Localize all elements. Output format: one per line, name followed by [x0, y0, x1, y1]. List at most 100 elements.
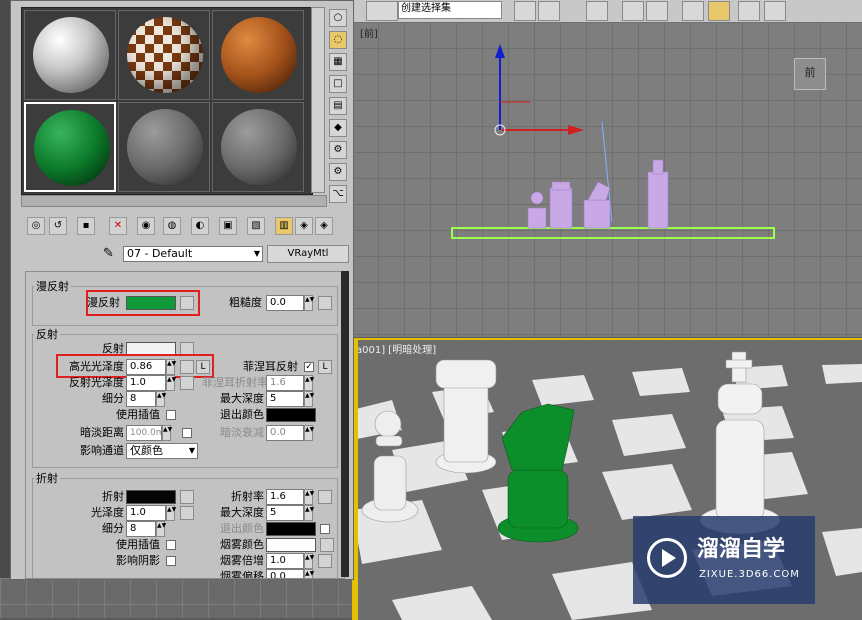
render-frame-icon[interactable] [738, 1, 760, 21]
backlight-icon[interactable]: ◌ [329, 31, 347, 49]
dim-falloff-field[interactable]: 0.0 [266, 425, 304, 441]
layer-icon[interactable] [586, 1, 608, 21]
sample-slot-3[interactable] [212, 10, 304, 100]
sample-sphere [33, 17, 109, 93]
make-preview-icon[interactable]: ◆ [329, 119, 347, 137]
ior-map-button[interactable] [318, 490, 332, 504]
show-end-result-icon[interactable]: ▥ [275, 217, 293, 235]
side-toolbar: ○ ◌ ▦ □ ▤ ◆ ⚙ ⚙ ⌥ [329, 7, 351, 207]
fog-color-swatch[interactable] [266, 538, 316, 552]
material-type-button[interactable]: VRayMtl [267, 245, 349, 263]
fog-color-label: 烟雾颜色 [220, 538, 264, 551]
subdivs-field[interactable]: 8 [126, 391, 156, 407]
refr-subdivs-spinner[interactable]: ▲▼ [156, 521, 166, 537]
refr-subdivs-field[interactable]: 8 [126, 521, 156, 537]
dim-falloff-spinner[interactable]: ▲▼ [304, 425, 314, 441]
eyedropper-icon[interactable]: ✎ [103, 246, 114, 261]
refr-max-depth-field[interactable]: 5 [266, 505, 304, 521]
ior-label: 折射率 [231, 490, 264, 503]
grey-sphere [221, 109, 297, 185]
fresnel-ior-spinner[interactable]: ▲▼ [304, 375, 314, 391]
sample-slot-5[interactable] [118, 102, 210, 192]
refl-gloss-map-button[interactable] [180, 376, 194, 390]
params-scrollbar[interactable] [341, 271, 349, 577]
slots-horizontal-scrollbar[interactable] [21, 195, 327, 207]
refr-exit-color-checkbox[interactable] [320, 524, 330, 534]
align-icon[interactable] [538, 1, 560, 21]
refl-gloss-label: 反射光泽度 [69, 376, 124, 389]
refl-gloss-field[interactable]: 1.0 [126, 375, 166, 391]
refr-max-depth-spinner[interactable]: ▲▼ [304, 505, 314, 521]
roughness-map-button[interactable] [318, 296, 332, 310]
exit-color-swatch[interactable] [266, 408, 316, 422]
ior-spinner[interactable]: ▲▼ [304, 489, 314, 505]
roughness-field[interactable]: 0.0 [266, 295, 304, 311]
go-to-parent-icon[interactable]: ◈ [295, 217, 313, 235]
refr-gloss-spinner[interactable]: ▲▼ [166, 505, 176, 521]
max-depth-field[interactable]: 5 [266, 391, 304, 407]
refr-gloss-field[interactable]: 1.0 [126, 505, 166, 521]
fog-bias-spinner[interactable]: ▲▼ [304, 569, 314, 578]
viewport-perspective-left[interactable] [0, 578, 352, 618]
material-id-icon[interactable]: ▣ [219, 217, 237, 235]
copy-material-icon[interactable]: ◉ [137, 217, 155, 235]
fresnel-lock-button[interactable]: L [318, 360, 332, 374]
dim-distance-spinner[interactable]: ▲▼ [162, 425, 172, 441]
fog-mult-spinner[interactable]: ▲▼ [304, 553, 314, 569]
viewport-label[interactable]: a001] [明暗处理] [356, 344, 436, 358]
subdivs-spinner[interactable]: ▲▼ [156, 391, 166, 407]
background-icon[interactable]: ▦ [329, 53, 347, 71]
dim-distance-checkbox[interactable] [182, 428, 192, 438]
material-name-field[interactable]: 07 - Default ▼ [123, 246, 263, 262]
reset-map-icon[interactable]: ✕ [109, 217, 127, 235]
ior-field[interactable]: 1.6 [266, 489, 304, 505]
refl-gloss-spinner[interactable]: ▲▼ [166, 375, 176, 391]
refr-use-interp-label: 使用插值 [116, 538, 160, 551]
make-unique-icon[interactable]: ◍ [163, 217, 181, 235]
select-by-material-icon[interactable]: ⚙ [329, 163, 347, 181]
show-map-icon[interactable]: ▧ [247, 217, 265, 235]
sample-slot-6[interactable] [212, 102, 304, 192]
refract-map-button[interactable] [180, 490, 194, 504]
put-to-library-icon[interactable]: ◐ [191, 217, 209, 235]
assign-material-icon[interactable]: ▪ [77, 217, 95, 235]
refr-use-interp-checkbox[interactable] [166, 540, 176, 550]
fog-mult-field[interactable]: 1.0 [266, 553, 304, 569]
mirror-icon[interactable] [514, 1, 536, 21]
material-editor-icon[interactable] [708, 1, 730, 21]
render-setup-icon[interactable] [682, 1, 704, 21]
sample-type-icon[interactable]: ○ [329, 9, 347, 27]
schematic-icon[interactable] [646, 1, 668, 21]
fog-color-map-button[interactable] [320, 538, 334, 552]
sample-slot-1[interactable] [24, 10, 116, 100]
curve-editor-icon[interactable] [622, 1, 644, 21]
viewport-front[interactable]: [前] 前 [352, 22, 862, 337]
refract-color-swatch[interactable] [126, 490, 176, 504]
sample-slot-4-active[interactable] [24, 102, 116, 192]
abc-icon[interactable] [366, 1, 398, 21]
go-forward-icon[interactable]: ◈ [315, 217, 333, 235]
dim-distance-field[interactable]: 100.0m [126, 425, 165, 441]
refr-exit-color-swatch[interactable] [266, 522, 316, 536]
fog-bias-field[interactable]: 0.0 [266, 569, 304, 578]
fresnel-checkbox[interactable]: ✓ [304, 362, 314, 372]
put-to-scene-icon[interactable]: ↺ [49, 217, 67, 235]
fresnel-ior-field[interactable]: 1.6 [266, 375, 304, 391]
video-color-icon[interactable]: ▤ [329, 97, 347, 115]
affect-channels-dropdown[interactable]: 仅颜色 ▼ [126, 443, 198, 459]
named-selection-dropdown[interactable]: 创建选择集 [398, 1, 502, 19]
get-material-icon[interactable]: ◎ [27, 217, 45, 235]
sample-slot-2[interactable] [118, 10, 210, 100]
max-depth-spinner[interactable]: ▲▼ [304, 391, 314, 407]
options-icon[interactable]: ⚙ [329, 141, 347, 159]
material-navigator-icon[interactable]: ⌥ [329, 185, 347, 203]
refr-subdivs-label: 细分 [102, 522, 124, 535]
affect-shadows-checkbox[interactable] [166, 556, 176, 566]
use-interp-checkbox[interactable] [166, 410, 176, 420]
refr-gloss-map-button[interactable] [180, 506, 194, 520]
render-icon[interactable] [764, 1, 786, 21]
uv-tiling-icon[interactable]: □ [329, 75, 347, 93]
roughness-spinner[interactable]: ▲▼ [304, 295, 314, 311]
fog-mult-map-button[interactable] [318, 554, 332, 568]
slots-vertical-scrollbar[interactable] [311, 7, 325, 193]
